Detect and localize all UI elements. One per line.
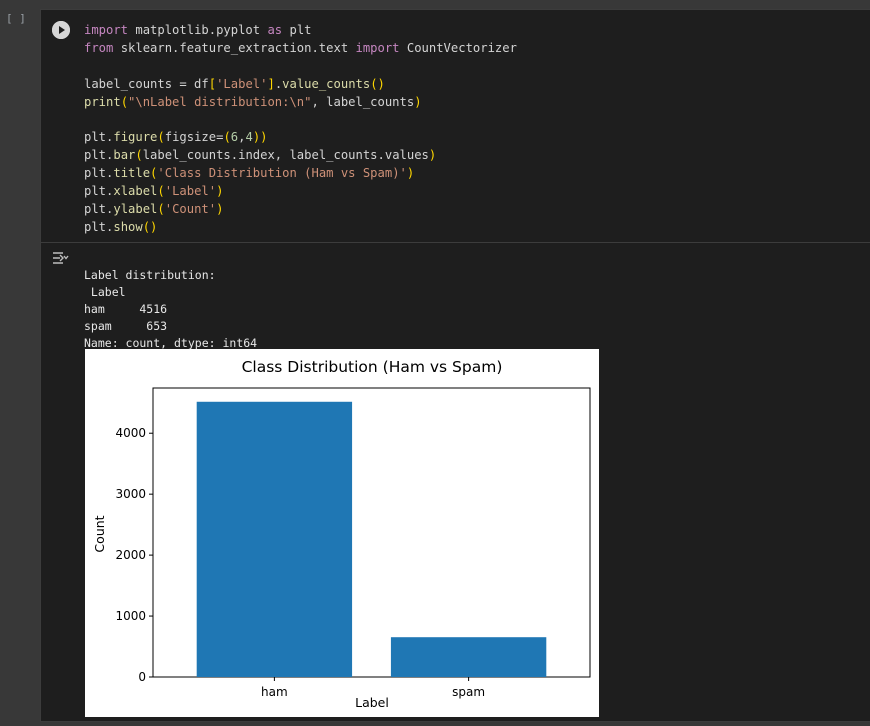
- code-token: (: [157, 201, 165, 216]
- x-axis-label: Label: [355, 695, 389, 710]
- code-line[interactable]: plt.title('Class Distribution (Ham vs Sp…: [84, 165, 517, 183]
- code-token: label_counts.index, label_counts.values: [142, 148, 429, 163]
- code-editor[interactable]: import matplotlib.pyplot as plt from skle…: [84, 22, 517, 237]
- code-line[interactable]: import matplotlib.pyplot as plt: [84, 22, 517, 40]
- code-token: ): [216, 201, 224, 216]
- code-token: plt.: [84, 148, 114, 163]
- x-tick-label: ham: [261, 685, 288, 699]
- code-token: ): [406, 166, 415, 181]
- code-token: "\nLabel distribution:\n": [128, 94, 312, 109]
- code-token: show: [113, 219, 143, 234]
- code-token: plt.: [84, 184, 114, 199]
- code-token: import: [355, 40, 400, 55]
- play-icon: [52, 21, 70, 39]
- cell-output-divider: [41, 242, 870, 243]
- code-token: (): [142, 219, 158, 234]
- y-tick-label: 3000: [115, 487, 146, 501]
- code-token: CountVectorizer: [399, 40, 517, 55]
- code-line[interactable]: print("\nLabel distribution:\n", label_c…: [84, 94, 517, 112]
- code-token: (: [120, 94, 129, 109]
- code-token: (: [135, 148, 143, 163]
- code-token: plt.: [84, 166, 114, 181]
- code-line[interactable]: from sklearn.feature_extraction.text imp…: [84, 40, 517, 58]
- y-tick-label: 4000: [115, 426, 146, 440]
- code-token: ylabel: [113, 201, 158, 216]
- code-token: ): [428, 148, 437, 163]
- code-line[interactable]: plt.show(): [84, 219, 517, 237]
- code-token: bar: [113, 148, 136, 163]
- code-token: title: [113, 166, 151, 181]
- bar-ham: [196, 401, 353, 677]
- y-axis-label: Count: [92, 515, 107, 552]
- code-line[interactable]: plt.figure(figsize=(6,4)): [84, 129, 517, 147]
- output-line: spam 653: [84, 319, 168, 333]
- chart-figure: Class Distribution (Ham vs Spam) 0 1000 20…: [85, 349, 599, 717]
- bar-chart: Class Distribution (Ham vs Spam) 0 1000 20…: [92, 358, 591, 710]
- code-token: [: [208, 76, 217, 91]
- y-tick-label: 1000: [115, 609, 146, 623]
- code-line[interactable]: [84, 111, 517, 129]
- chart-title: Class Distribution (Ham vs Spam): [242, 358, 503, 376]
- code-token: value_counts: [282, 76, 371, 91]
- bar-spam: [390, 637, 547, 677]
- code-token: ): [216, 184, 224, 199]
- code-token: ]: [267, 76, 275, 91]
- code-token: (: [157, 130, 165, 145]
- code-token: (: [157, 184, 165, 199]
- code-token: import: [84, 23, 129, 37]
- code-token: 'Label': [164, 184, 217, 199]
- cell-text-output: Label distribution: Label ham 4516 spam 65…: [84, 267, 257, 352]
- code-token: from: [84, 40, 114, 55]
- code-token: matplotlib.pyplot: [128, 23, 268, 37]
- code-token: , label_counts: [311, 94, 415, 109]
- run-cell-button[interactable]: [52, 21, 70, 39]
- code-token: plt: [282, 23, 312, 37]
- code-line[interactable]: plt.ylabel('Count'): [84, 201, 517, 219]
- code-token: plt.: [84, 219, 114, 234]
- y-tick-label: 0: [138, 670, 146, 684]
- y-tick-label: 2000: [115, 548, 146, 562]
- code-token: 'Class Distribution (Ham vs Spam)': [157, 166, 407, 181]
- output-line: Label: [84, 285, 126, 299]
- code-token: label_counts = df: [84, 76, 209, 91]
- code-line[interactable]: [84, 58, 517, 76]
- code-token: figure: [113, 130, 158, 145]
- output-line: Label distribution:: [84, 268, 216, 282]
- code-token: plt.: [84, 201, 114, 216]
- code-token: sklearn.feature_extraction.text: [113, 40, 356, 55]
- cell-execution-count: [ ]: [6, 12, 26, 25]
- code-line[interactable]: plt.bar(label_counts.index, label_counts…: [84, 147, 517, 165]
- code-token: print: [84, 94, 121, 109]
- code-token: xlabel: [113, 184, 158, 199]
- output-icon: [53, 252, 69, 264]
- code-line[interactable]: plt.xlabel('Label'): [84, 183, 517, 201]
- code-token: figsize=: [164, 130, 224, 145]
- output-toggle-button[interactable]: [51, 250, 69, 270]
- code-token: plt.: [84, 130, 114, 145]
- code-token: as: [267, 23, 283, 37]
- code-token: (): [370, 76, 385, 91]
- code-token: ): [414, 94, 422, 109]
- code-line[interactable]: label_counts = df['Label'].value_counts(…: [84, 76, 517, 94]
- code-token: (: [223, 130, 231, 145]
- x-tick-label: spam: [452, 685, 485, 699]
- code-token: 'Count': [164, 201, 217, 216]
- code-cell[interactable]: import matplotlib.pyplot as plt from skle…: [40, 9, 870, 722]
- code-token: 'Label': [216, 76, 268, 91]
- code-token: )): [252, 130, 268, 145]
- output-line: ham 4516: [84, 302, 168, 316]
- code-token: 4: [245, 130, 253, 145]
